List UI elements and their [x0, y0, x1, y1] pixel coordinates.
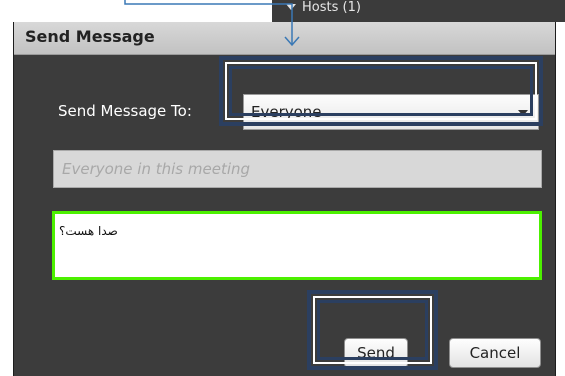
recipient-description-placeholder: Everyone in this meeting: [62, 160, 251, 178]
attendees-panel: Hosts (1): [272, 0, 565, 22]
recipient-description-field: Everyone in this meeting: [53, 150, 542, 188]
cancel-button[interactable]: Cancel: [449, 338, 541, 368]
triangle-down-icon: [286, 4, 296, 10]
dialog-title: Send Message: [25, 27, 155, 46]
message-text: صدا هست؟: [59, 224, 118, 238]
highlight-inner-frame: [317, 300, 428, 360]
dialog-titlebar[interactable]: Send Message: [14, 22, 555, 55]
highlight-inner-border: [225, 62, 537, 120]
screenshot: Hosts (1) Send Message Send Message To: …: [0, 0, 565, 376]
hosts-header[interactable]: Hosts (1): [286, 0, 361, 15]
hosts-header-label: Hosts (1): [302, 0, 361, 15]
message-input[interactable]: صدا هست؟: [52, 211, 542, 280]
highlight-inner-border: [313, 296, 432, 364]
send-button-highlight: [307, 290, 438, 370]
recipient-select-highlight: [219, 56, 543, 126]
send-to-label: Send Message To:: [58, 102, 192, 120]
highlight-inner-frame: [229, 66, 533, 116]
